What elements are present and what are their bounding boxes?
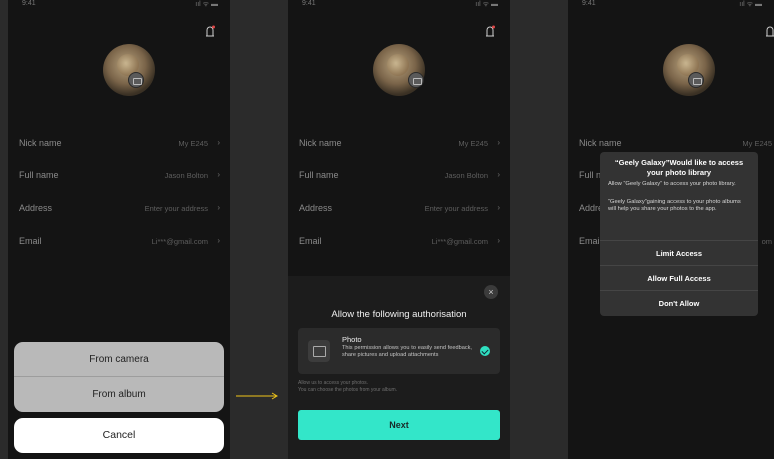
image-icon	[308, 340, 330, 362]
bell-icon[interactable]	[204, 24, 216, 40]
chevron-right-icon: ›	[497, 203, 500, 212]
limit-access-button[interactable]: Limit Access	[600, 240, 758, 265]
row-value: om	[761, 237, 772, 246]
chevron-right-icon: ›	[217, 170, 220, 179]
chevron-right-icon: ›	[497, 170, 500, 179]
status-bar: 9:41 ııl ᯤ ▬	[568, 0, 774, 10]
row-value: My E245	[178, 139, 208, 148]
chevron-right-icon: ›	[217, 203, 220, 212]
row-email[interactable]: Email Li***@gmail.com ›	[8, 236, 230, 250]
authorisation-title: Allow the following authorisation	[331, 309, 467, 320]
camera-icon	[688, 72, 704, 88]
row-label: Email	[19, 236, 42, 246]
row-email: Email Li***@gmail.com ›	[288, 236, 510, 250]
alert-title: “Geely Galaxy”Would like to access your …	[614, 158, 744, 177]
row-value: Li***@gmail.com	[151, 237, 208, 246]
check-circle-icon[interactable]	[480, 346, 490, 356]
permission-card[interactable]: Photo This permission allows you to easi…	[298, 328, 500, 374]
row-value: Enter your address	[144, 204, 208, 213]
row-label: Full name	[299, 170, 339, 180]
chevron-right-icon: ›	[217, 236, 220, 245]
permission-title: Photo	[342, 335, 362, 344]
gap-left	[0, 0, 8, 459]
row-value: Li***@gmail.com	[431, 237, 488, 246]
close-icon[interactable]: ×	[484, 285, 498, 299]
row-label: Nick name	[299, 138, 342, 148]
avatar[interactable]	[103, 44, 155, 96]
gap-middle-1	[230, 0, 288, 459]
dimmed-background: 9:41 ııl ᯤ ▬ Nick name My E245 › Full na…	[288, 0, 510, 276]
row-value: My E245	[742, 139, 772, 148]
alert-message-1: Allow “Geely Galaxy” to access your phot…	[608, 181, 736, 187]
row-address[interactable]: Address Enter your address ›	[8, 203, 230, 217]
camera-icon[interactable]	[128, 72, 144, 88]
from-album-button[interactable]: From album	[14, 377, 224, 412]
bell-icon	[766, 26, 774, 37]
next-button[interactable]: Next	[298, 410, 500, 440]
row-value: Enter your address	[424, 204, 488, 213]
row-label: Nick name	[579, 138, 622, 148]
avatar	[663, 44, 715, 96]
status-bar: 9:41 ııl ᯤ ▬	[288, 0, 510, 10]
camera-icon	[408, 72, 424, 88]
allow-full-access-button[interactable]: Allow Full Access	[600, 265, 758, 290]
screen-ios-permission-alert: 9:41 ııl ᯤ ▬ Nick name My E245 Full na A…	[568, 0, 774, 459]
row-fullname: Full name Jason Bolton ›	[288, 170, 510, 184]
row-nickname[interactable]: Nick name My E245 ›	[8, 138, 230, 152]
action-sheet: From camera From album	[14, 342, 224, 412]
row-nickname: Nick name My E245 ›	[288, 138, 510, 152]
row-fullname[interactable]: Full name Jason Bolton ›	[8, 170, 230, 184]
arrow-right-icon	[236, 392, 278, 400]
status-time: 9:41	[22, 0, 36, 7]
chevron-right-icon: ›	[497, 236, 500, 245]
screen-profile-action-sheet: 9:41 ııl ᯤ ▬ Nick name My E245 › Full na…	[8, 0, 230, 459]
gap-middle-2	[510, 0, 568, 459]
bell-icon	[486, 25, 495, 37]
hint-line-2: You can choose the photos from your albu…	[298, 387, 398, 393]
status-time: 9:41	[302, 0, 316, 7]
row-address: Address Enter your address ›	[288, 203, 510, 217]
row-label: Address	[299, 203, 333, 213]
status-signal: ııl ᯤ ▬	[195, 1, 218, 8]
avatar	[373, 44, 425, 96]
row-label: Email	[579, 236, 602, 246]
row-value: My E245	[458, 139, 488, 148]
row-label: Full name	[19, 170, 59, 180]
status-time: 9:41	[582, 0, 596, 7]
permission-description: This permission allows you to easily sen…	[342, 345, 472, 358]
hint-line-1: Allow us to access your photos.	[298, 380, 369, 386]
photo-access-alert: “Geely Galaxy”Would like to access your …	[600, 152, 758, 316]
row-label: Nick name	[19, 138, 62, 148]
from-camera-button[interactable]: From camera	[14, 342, 224, 377]
screen-authorisation: 9:41 ııl ᯤ ▬ Nick name My E245 › Full na…	[288, 0, 510, 459]
row-value: Jason Bolton	[164, 171, 208, 180]
chevron-right-icon: ›	[217, 138, 220, 147]
row-label: Address	[19, 203, 53, 213]
row-nickname: Nick name My E245	[568, 138, 774, 152]
alert-message-2: “Geely Galaxy”gaining access to your pho…	[608, 199, 741, 212]
cancel-button[interactable]: Cancel	[14, 418, 224, 453]
authorisation-sheet: × Allow the following authorisation Phot…	[288, 276, 510, 459]
status-signal: ııl ᯤ ▬	[739, 1, 762, 8]
row-label: Email	[299, 236, 322, 246]
chevron-right-icon: ›	[497, 138, 500, 147]
row-value: Jason Bolton	[444, 171, 488, 180]
dont-allow-button[interactable]: Don't Allow	[600, 290, 758, 315]
status-signal: ııl ᯤ ▬	[475, 1, 498, 8]
status-bar: 9:41 ııl ᯤ ▬	[8, 0, 230, 10]
